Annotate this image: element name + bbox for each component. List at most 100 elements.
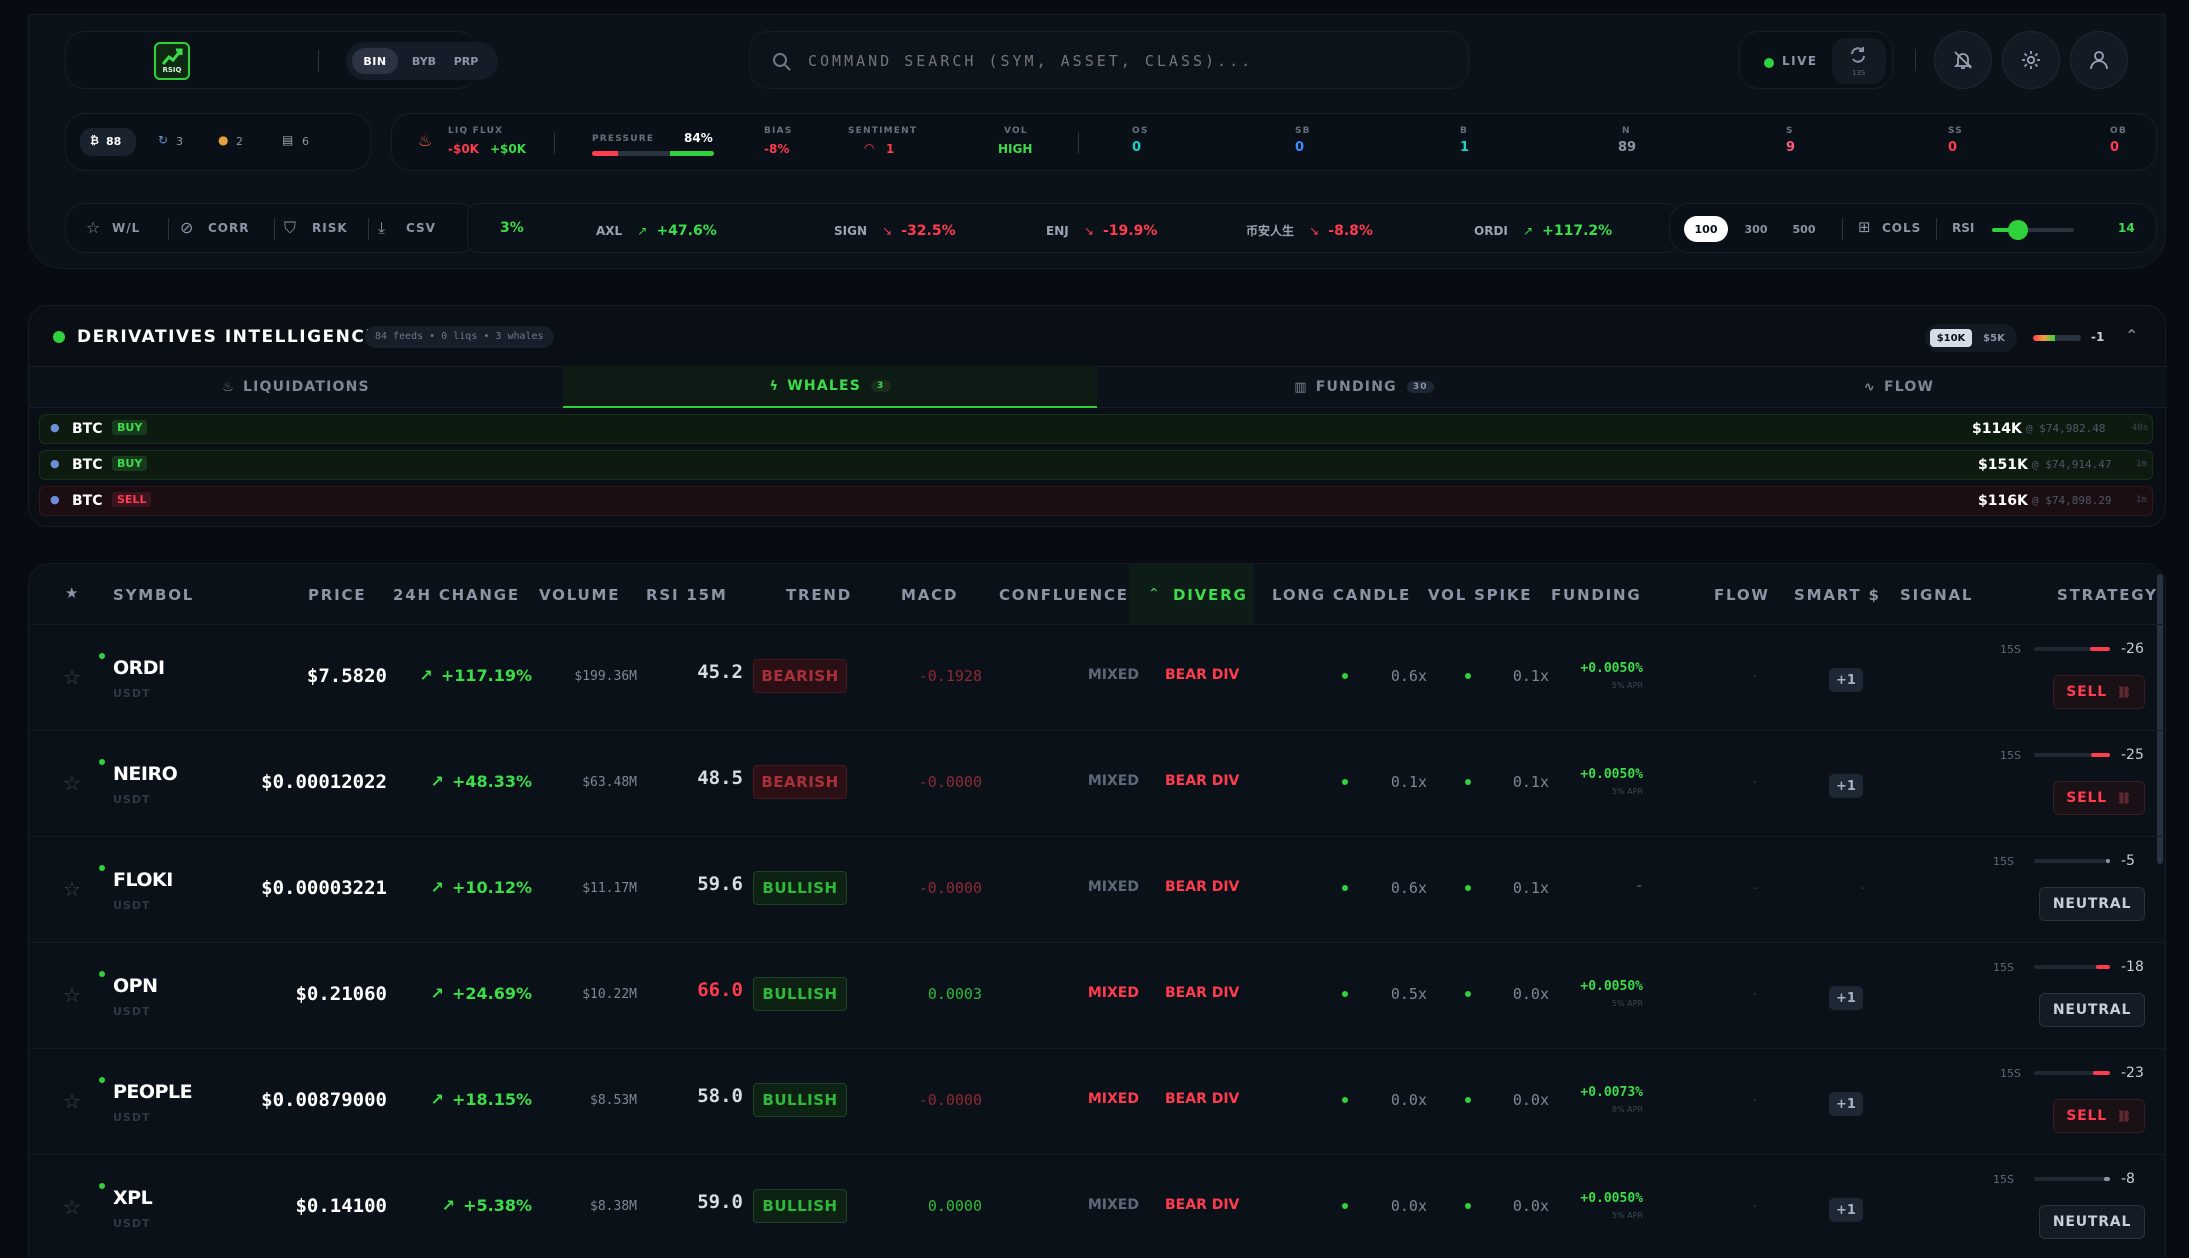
csv-export-button[interactable]: ⤓ CSV — [378, 218, 448, 240]
neutral-signal-button[interactable]: NEUTRAL — [2039, 887, 2145, 921]
exchange-bin[interactable]: BIN — [352, 48, 398, 74]
whale-feed-row[interactable]: ● BTC BUY $114K @ $74,982.48 40s — [39, 414, 2153, 444]
col-price[interactable]: PRICE — [308, 586, 366, 604]
exchange-prp[interactable]: PRP — [446, 48, 486, 74]
divergence-value: BEAR DIV — [1165, 667, 1240, 683]
strategy-timeframe: 15S — [1993, 855, 2014, 868]
notifications-muted-button[interactable] — [1934, 31, 1992, 89]
counter-chart[interactable]: ▤ 6 — [280, 128, 330, 156]
counter-medal[interactable]: ● 2 — [216, 128, 266, 156]
correlation-button[interactable]: ⊘ CORR — [180, 218, 260, 240]
watchlist-star-icon[interactable]: ☆ — [63, 983, 81, 1007]
sell-signal-button[interactable]: SELL ⛓ — [2053, 1099, 2145, 1133]
whale-feed-row[interactable]: ● BTC SELL $116K @ $74,898.29 1m — [39, 486, 2153, 516]
col-smart-money[interactable]: SMART $ — [1794, 586, 1881, 604]
col-vol-spike[interactable]: VOL SPIKE — [1428, 586, 1532, 604]
tab-liquidations[interactable]: ♨ LIQUIDATIONS — [29, 366, 563, 408]
col-macd[interactable]: MACD — [901, 586, 958, 604]
sentiment-label: SENTIMENT — [848, 126, 918, 136]
risk-button[interactable]: ⛉ RISK — [284, 218, 354, 240]
rsi-slider-handle[interactable] — [2008, 220, 2028, 240]
symbol-name[interactable]: PEOPLE — [113, 1081, 193, 1103]
logo[interactable]: RSIQ — [154, 42, 190, 80]
price: $0.00879000 — [261, 1089, 387, 1111]
threshold-5k[interactable]: $5K — [1975, 329, 2013, 347]
sell-signal-button[interactable]: SELL ⛓ — [2053, 781, 2145, 815]
settings-button[interactable] — [2002, 31, 2060, 89]
table-row[interactable]: ☆ FLOKI USDT $0.00003221 ↗ +10.12% $11.17… — [29, 836, 2165, 942]
columns-button[interactable]: ⊞ COLS — [1858, 218, 1922, 240]
smart-money-badge[interactable]: +1 — [1829, 1092, 1863, 1116]
ticker-item-binance-life[interactable]: 币安人生 ↘ -8.8% — [1246, 220, 1373, 239]
smart-money-badge[interactable]: +1 — [1829, 986, 1863, 1010]
limit-100[interactable]: 100 — [1684, 216, 1728, 242]
counter-cycle[interactable]: ↻ 3 — [156, 128, 206, 156]
flow-value: - — [1753, 1199, 1757, 1212]
col-confluence[interactable]: CONFLUENCE — [999, 586, 1129, 604]
neutral-signal-button[interactable]: NEUTRAL — [2039, 1205, 2145, 1239]
threshold-10k[interactable]: $10K — [1930, 329, 1972, 347]
symbol-name[interactable]: NEIRO — [113, 763, 178, 785]
symbol-name[interactable]: ORDI — [113, 657, 165, 679]
watchlist-star-icon[interactable]: ☆ — [63, 771, 81, 795]
ticker-item-axl[interactable]: AXL ↗ +47.6% — [596, 220, 717, 239]
col-signal[interactable]: SIGNAL — [1900, 586, 1973, 604]
table-row[interactable]: ☆ XPL USDT $0.14100 ↗ +5.38% $8.38M 59.0 … — [29, 1154, 2165, 1258]
limit-300[interactable]: 300 — [1734, 216, 1778, 242]
symbol-name[interactable]: OPN — [113, 975, 158, 997]
smart-money-badge[interactable]: +1 — [1829, 668, 1863, 692]
smart-money-badge[interactable]: +1 — [1829, 1198, 1863, 1222]
strategy-timeframe: 15S — [2000, 643, 2021, 656]
search-input[interactable] — [808, 46, 1428, 76]
smart-money-badge[interactable]: +1 — [1829, 774, 1863, 798]
chevron-up-icon[interactable]: ⌃ — [2125, 326, 2138, 345]
trend-up-icon: ↗ — [430, 772, 444, 791]
symbol-name[interactable]: XPL — [113, 1187, 153, 1209]
watchlist-star-icon[interactable]: ☆ — [63, 665, 81, 689]
feed-amount: $151K — [1978, 457, 2028, 473]
watchlist-star-icon[interactable]: ☆ — [63, 877, 81, 901]
tab-funding[interactable]: ▥ FUNDING 30 — [1097, 366, 1631, 408]
col-strategy[interactable]: STRATEGY — [2057, 586, 2158, 604]
col-rsi-15m[interactable]: RSI 15M — [646, 586, 728, 604]
watchlist-star-icon[interactable]: ☆ — [63, 1195, 81, 1219]
divergence-value: BEAR DIV — [1165, 1091, 1240, 1107]
table-row[interactable]: ☆ NEIRO USDT $0.00012022 ↗ +48.33% $63.48… — [29, 730, 2165, 836]
table-row[interactable]: ☆ PEOPLE USDT $0.00879000 ↗ +18.15% $8.53… — [29, 1048, 2165, 1154]
symbol-name[interactable]: FLOKI — [113, 869, 173, 891]
col-symbol[interactable]: SYMBOL — [113, 586, 194, 604]
table-row[interactable]: ☆ OPN USDT $0.21060 ↗ +24.69% $10.22M 66.… — [29, 942, 2165, 1048]
limit-500[interactable]: 500 — [1782, 216, 1826, 242]
live-dot — [1764, 58, 1774, 68]
table-row[interactable]: ☆ ORDI USDT $7.5820 ↗ +117.19% $199.36M 4… — [29, 624, 2165, 730]
feed-age: 1m — [2136, 495, 2147, 505]
col-diverg[interactable]: DIVERG — [1173, 586, 1248, 604]
watchlist-button[interactable]: ☆ W/L — [86, 218, 150, 240]
ticker-item-sign[interactable]: SIGN ↘ -32.5% — [834, 220, 956, 239]
funding-apr: 5% APR — [1611, 681, 1643, 690]
tab-flow[interactable]: ∿ FLOW — [1631, 366, 2167, 408]
live-indicator-dot — [99, 653, 105, 659]
col-trend[interactable]: TREND — [786, 586, 852, 604]
col-flow[interactable]: FLOW — [1714, 586, 1770, 604]
col-volume[interactable]: VOLUME — [539, 586, 620, 604]
ticker-item-enj[interactable]: ENJ ↘ -19.9% — [1046, 220, 1157, 239]
vol-label: VOL — [1004, 126, 1028, 136]
col-long-candle[interactable]: LONG CANDLE — [1272, 586, 1411, 604]
counter-bitcoin[interactable]: ₿ 88 — [80, 128, 136, 156]
sell-signal-button[interactable]: SELL ⛓ — [2053, 675, 2145, 709]
command-search[interactable] — [749, 31, 1469, 89]
ticker-item-ordi[interactable]: ORDI ↗ +117.2% — [1474, 220, 1612, 239]
col-24h-change[interactable]: 24H CHANGE — [393, 586, 520, 604]
neutral-signal-button[interactable]: NEUTRAL — [2039, 993, 2145, 1027]
whale-feed-row[interactable]: ● BTC BUY $151K @ $74,914.47 1m — [39, 450, 2153, 480]
exchange-byb[interactable]: BYB — [404, 48, 444, 74]
star-column-header[interactable]: ★ — [65, 584, 78, 602]
tab-whales[interactable]: ϟ WHALES 3 — [563, 366, 1097, 408]
flame-icon: ♨ — [418, 131, 433, 150]
watchlist-star-icon[interactable]: ☆ — [63, 1089, 81, 1113]
col-funding[interactable]: FUNDING — [1551, 586, 1641, 604]
profile-button[interactable] — [2070, 31, 2128, 89]
refresh-button[interactable]: 13S — [1832, 38, 1886, 84]
rsi-period-slider[interactable] — [1992, 220, 2074, 240]
